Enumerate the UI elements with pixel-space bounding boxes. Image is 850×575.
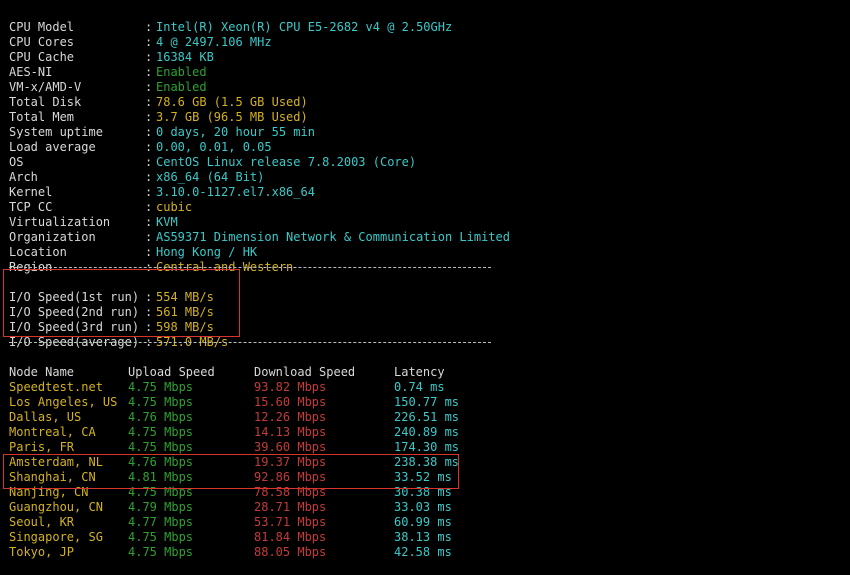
info-colon: : xyxy=(145,215,153,229)
info-value: AS59371 Dimension Network & Communicatio… xyxy=(156,230,511,244)
cell-node: Tokyo, JP xyxy=(9,545,75,559)
header-upload-speed: Upload Speed xyxy=(128,365,215,379)
cell-upload: 4.75 Mbps xyxy=(128,530,194,544)
table-row: Paris, FR 4.75 Mbps 39.60 Mbps 174.30 ms xyxy=(9,425,459,454)
info-colon: : xyxy=(145,230,153,244)
cell-download: 15.60 Mbps xyxy=(254,395,327,409)
info-value: Enabled xyxy=(156,65,207,79)
info-value: 78.6 GB (1.5 GB Used) xyxy=(156,95,308,109)
info-value: KVM xyxy=(156,215,178,229)
info-colon: : xyxy=(145,50,153,64)
cell-download: 53.71 Mbps xyxy=(254,515,327,529)
info-row-organization: Organization: AS59371 Dimension Network &… xyxy=(9,215,510,244)
info-row-tcp-cc: TCP CC: cubic xyxy=(9,185,192,214)
info-value: Intel(R) Xeon(R) CPU E5-2682 v4 @ 2.50GH… xyxy=(156,20,453,34)
cell-latency: 226.51 ms xyxy=(394,410,460,424)
cell-latency: 33.03 ms xyxy=(394,500,452,514)
info-colon: : xyxy=(145,170,153,184)
cell-download: 81.84 Mbps xyxy=(254,530,327,544)
cell-latency: 240.89 ms xyxy=(394,425,460,439)
info-colon: : xyxy=(145,185,153,199)
info-colon: : xyxy=(145,245,153,259)
table-row: Dallas, US 4.76 Mbps 12.26 Mbps 226.51 ms xyxy=(9,395,459,424)
cell-upload: 4.75 Mbps xyxy=(128,395,194,409)
cell-upload: 4.75 Mbps xyxy=(128,545,194,559)
info-colon: : xyxy=(145,200,153,214)
separator-line xyxy=(9,342,491,343)
info-row-location: Location: Hong Kong / HK xyxy=(9,230,257,259)
info-value: x86_64 (64 Bit) xyxy=(156,170,265,184)
info-row-cpu-cache: CPU Cache:16384 KB xyxy=(9,35,214,64)
info-colon: : xyxy=(145,125,153,139)
info-row-cpu-model: CPU Model: Intel(R) Xeon(R) CPU E5-2682 v… xyxy=(9,5,452,34)
info-colon: : xyxy=(145,110,153,124)
cell-latency: 174.30 ms xyxy=(394,440,460,454)
info-row-uptime: System uptime:0 days, 20 hour 55 min xyxy=(9,110,315,139)
info-value: 4 @ 2497.106 MHz xyxy=(156,35,272,49)
cell-latency: 150.77 ms xyxy=(394,395,460,409)
cell-upload: 4.79 Mbps xyxy=(128,500,194,514)
info-row-cpu-cores: CPU Cores:4 @ 2497.106 MHz xyxy=(9,20,272,49)
cell-upload: 4.76 Mbps xyxy=(128,410,194,424)
info-row-kernel: Kernel:3.10.0-1127.el7.x86_64 xyxy=(9,170,315,199)
info-value: Enabled xyxy=(156,80,207,94)
info-colon: : xyxy=(145,20,153,34)
table-row: Seoul, KR 4.77 Mbps 53.71 Mbps 60.99 ms xyxy=(9,500,452,529)
table-header: Node Name Upload Speed Download Speed Laten… xyxy=(9,350,445,379)
header-latency: Latency xyxy=(394,365,445,379)
cell-download: 28.71 Mbps xyxy=(254,500,327,514)
cell-upload: 4.75 Mbps xyxy=(128,380,194,394)
info-row-virtualization: Virtualization: KVM xyxy=(9,200,178,229)
table-row: Tokyo, JP 4.75 Mbps 88.05 Mbps 42.58 ms xyxy=(9,530,452,559)
china-nodes-highlight-box xyxy=(3,454,459,489)
info-colon: : xyxy=(145,95,153,109)
info-value: 3.7 GB (96.5 MB Used) xyxy=(156,110,308,124)
info-value: 16384 KB xyxy=(156,50,214,64)
cell-latency: 38.13 ms xyxy=(394,530,452,544)
info-row-aes-ni: AES-NI: Enabled xyxy=(9,50,207,79)
table-row: Speedtest.net 4.75 Mbps 93.82 Mbps 0.74 ms xyxy=(9,365,445,394)
info-colon: : xyxy=(145,65,153,79)
table-row: Amsterdam, NL 4.76 Mbps 19.37 Mbps 238.38 m… xyxy=(9,440,459,469)
info-row-total-disk: Total Disk:78.6 GB (1.5 GB Used) xyxy=(9,80,308,109)
info-row-total-mem: Total Mem:3.7 GB (96.5 MB Used) xyxy=(9,95,308,124)
cell-download: 14.13 Mbps xyxy=(254,425,327,439)
cell-upload: 4.75 Mbps xyxy=(128,440,194,454)
table-row: Singapore, SG 4.75 Mbps 81.84 Mbps 38.13 ms xyxy=(9,515,452,544)
cell-latency: 60.99 ms xyxy=(394,515,452,529)
cell-download: 88.05 Mbps xyxy=(254,545,327,559)
table-row: Los Angeles, US 4.75 Mbps 15.60 Mbps 150.77… xyxy=(9,380,459,409)
info-colon: : xyxy=(145,35,153,49)
info-row-vmx: VM-x/AMD-V: Enabled xyxy=(9,65,207,94)
cell-latency: 0.74 ms xyxy=(394,380,445,394)
cell-upload: 4.75 Mbps xyxy=(128,425,194,439)
info-row-region: Region: Central and Western xyxy=(9,245,293,274)
info-row-load-average: Load average:0.00, 0.01, 0.05 xyxy=(9,125,272,154)
cell-download: 39.60 Mbps xyxy=(254,440,327,454)
info-value: 0.00, 0.01, 0.05 xyxy=(156,140,272,154)
cell-download: 93.82 Mbps xyxy=(254,380,327,394)
cell-latency: 42.58 ms xyxy=(394,545,452,559)
io-highlight-box xyxy=(3,269,240,337)
info-value: 3.10.0-1127.el7.x86_64 xyxy=(156,185,315,199)
cell-download: 12.26 Mbps xyxy=(254,410,327,424)
info-value: 0 days, 20 hour 55 min xyxy=(156,125,315,139)
info-colon: : xyxy=(145,80,153,94)
info-value: Hong Kong / HK xyxy=(156,245,258,259)
info-colon: : xyxy=(145,140,153,154)
info-colon: : xyxy=(145,155,153,169)
info-value: CentOS Linux release 7.8.2003 (Core) xyxy=(156,155,417,169)
info-value: cubic xyxy=(156,200,193,214)
separator-line xyxy=(9,267,491,268)
terminal-window[interactable]: CPU Model: Intel(R) Xeon(R) CPU E5-2682 v… xyxy=(0,0,850,559)
info-row-arch: Arch: x86_64 (64 Bit) xyxy=(9,155,264,184)
table-row: Montreal, CA 4.75 Mbps 14.13 Mbps 240.89 ms xyxy=(9,410,459,439)
cell-upload: 4.77 Mbps xyxy=(128,515,194,529)
info-row-os: OS: CentOS Linux release 7.8.2003 (Core) xyxy=(9,140,416,169)
header-download-speed: Download Speed xyxy=(254,365,356,379)
